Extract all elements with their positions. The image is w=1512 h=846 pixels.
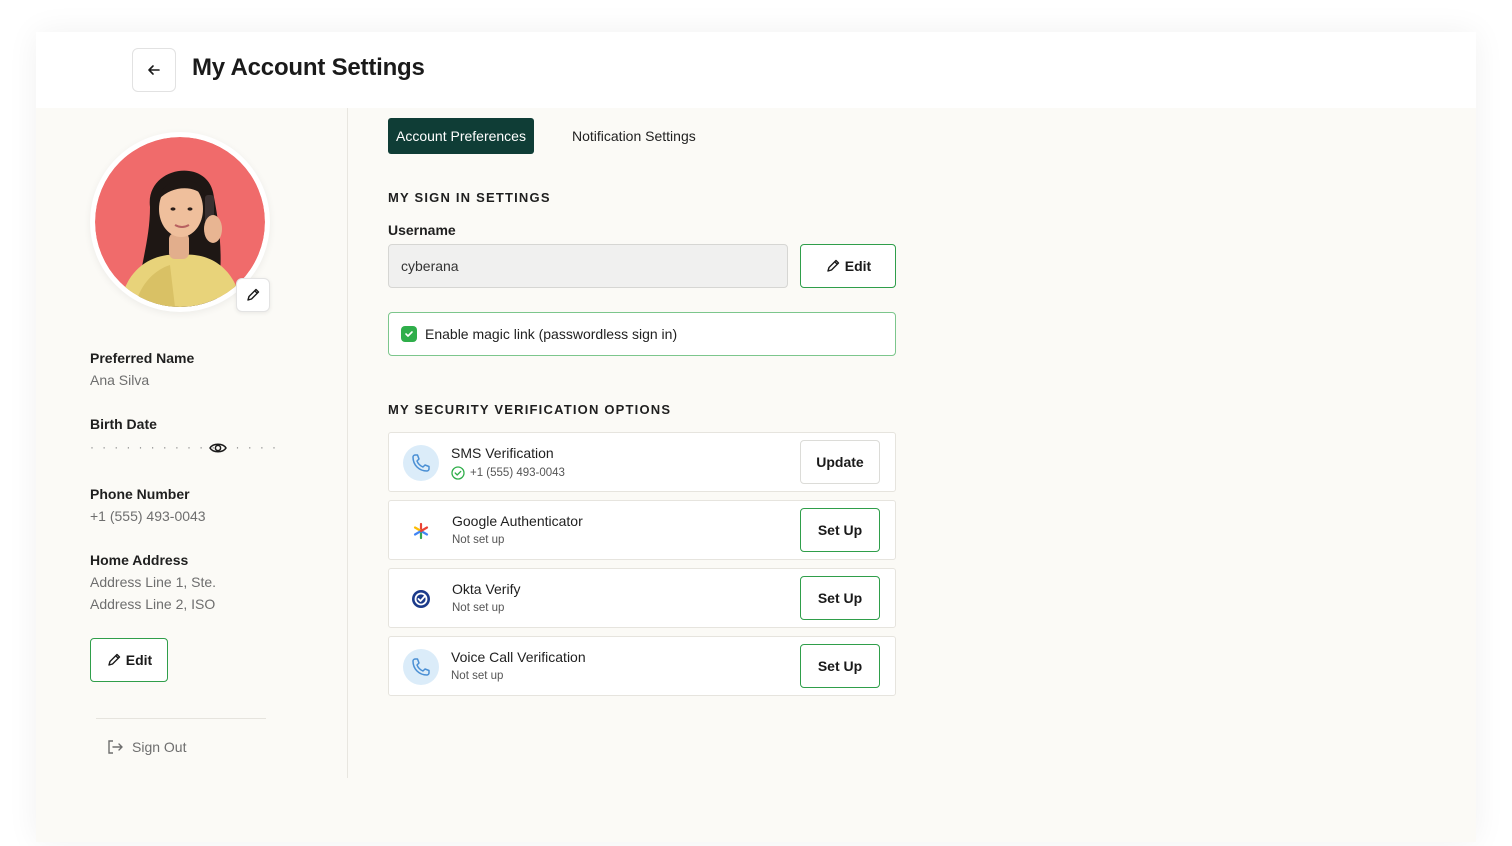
setup-google-authenticator-button[interactable]: Set Up (800, 508, 880, 552)
sign-out-label: Sign Out (132, 739, 187, 755)
verification-option-google-authenticator: Google Authenticator Not set up Set Up (388, 500, 896, 560)
verification-status: +1 (555) 493-0043 (451, 466, 565, 480)
phone-number-label: Phone Number (90, 486, 190, 502)
preferred-name-value: Ana Silva (90, 372, 150, 388)
profile-sidebar: Preferred Name Ana Silva Birth Date · · … (36, 108, 348, 778)
eye-icon[interactable] (208, 438, 228, 458)
divider (96, 718, 266, 719)
setup-okta-verify-button[interactable]: Set Up (800, 576, 880, 620)
edit-username-button[interactable]: Edit (800, 244, 896, 288)
google-authenticator-icon (403, 513, 439, 549)
verification-option-sms: SMS Verification +1 (555) 493-0043 Updat… (388, 432, 896, 492)
verification-status: Not set up (451, 670, 504, 682)
edit-username-label: Edit (844, 258, 872, 274)
setup-voice-call-button[interactable]: Set Up (800, 644, 880, 688)
magic-link-label: Enable magic link (passwordless sign in) (425, 326, 678, 342)
arrow-left-icon (148, 65, 160, 75)
pencil-icon (108, 653, 120, 666)
verification-name: Google Authenticator (452, 513, 583, 529)
edit-avatar-button[interactable] (236, 278, 270, 312)
tab-notification-settings[interactable]: Notification Settings (572, 118, 696, 154)
verification-name: Voice Call Verification (451, 649, 586, 665)
checkbox-checked-icon[interactable] (401, 326, 417, 342)
back-button[interactable] (132, 48, 176, 92)
pencil-icon (247, 288, 260, 301)
edit-profile-label: Edit (125, 652, 153, 668)
pencil-icon (827, 259, 839, 272)
tab-account-preferences[interactable]: Account Preferences (388, 118, 534, 154)
main-content: Account Preferences Notification Setting… (388, 108, 948, 778)
home-address-label: Home Address (90, 552, 189, 568)
verification-name: Okta Verify (452, 581, 521, 597)
preferred-name-label: Preferred Name (90, 350, 195, 366)
verification-status: Not set up (452, 534, 505, 546)
header: My Account Settings (36, 32, 1476, 108)
edit-profile-button[interactable]: Edit (90, 638, 168, 682)
address-line-1: Address Line 1, Ste. (90, 574, 217, 590)
page-title: My Account Settings (192, 54, 425, 81)
security-section-title: MY SECURITY VERIFICATION OPTIONS (388, 402, 672, 417)
sign-out-icon (108, 740, 123, 754)
verification-option-voice-call: Voice Call Verification Not set up Set U… (388, 636, 896, 696)
phone-icon (403, 649, 439, 685)
username-field[interactable] (388, 244, 788, 288)
magic-link-toggle[interactable]: Enable magic link (passwordless sign in) (388, 312, 896, 356)
verified-check-icon (451, 466, 465, 480)
verification-status-text: +1 (555) 493-0043 (470, 467, 565, 479)
sign-out-button[interactable]: Sign Out (106, 738, 186, 756)
account-settings-window: My Account Settings Preferred Name Ana S… (36, 32, 1476, 842)
birth-date-masked: · · · · · · · · · · · · · · · · (90, 440, 279, 454)
username-label: Username (388, 222, 456, 238)
birth-date-label: Birth Date (90, 416, 157, 432)
phone-number-value: +1 (555) 493-0043 (90, 508, 206, 524)
phone-icon (403, 445, 439, 481)
update-sms-button[interactable]: Update (800, 440, 880, 484)
verification-name: SMS Verification (451, 445, 554, 461)
verification-option-okta-verify: Okta Verify Not set up Set Up (388, 568, 896, 628)
okta-verify-icon (403, 581, 439, 617)
address-line-2: Address Line 2, ISO (90, 596, 216, 612)
sign-in-section-title: MY SIGN IN SETTINGS (388, 190, 551, 205)
verification-status: Not set up (452, 602, 505, 614)
